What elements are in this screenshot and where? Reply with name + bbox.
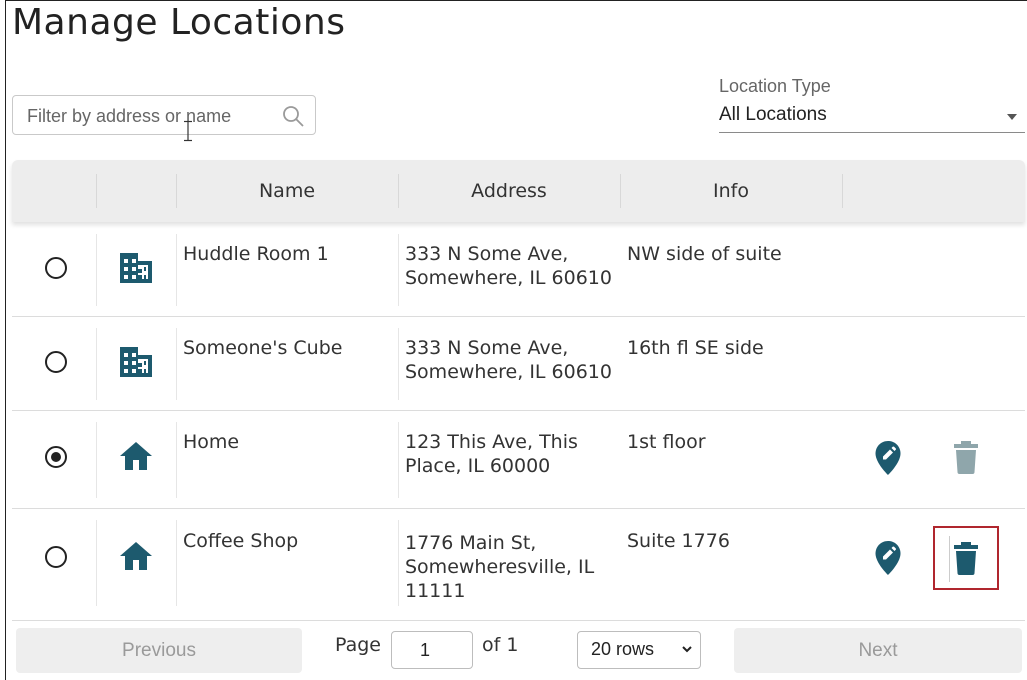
filter-field[interactable] — [12, 95, 316, 136]
cell-divider — [176, 328, 177, 400]
location-address-line: 1776 Main St, — [405, 532, 537, 554]
table-row[interactable]: Home 123 This Ave, This Place, IL 60000 … — [12, 410, 1025, 509]
building-icon — [120, 347, 152, 377]
home-icon — [120, 442, 152, 470]
cell-divider — [398, 422, 399, 498]
text-cursor-icon — [184, 120, 192, 142]
table-row[interactable]: Someone's Cube 333 N Some Ave, Somewhere… — [12, 316, 1025, 411]
row-select-radio[interactable] — [45, 351, 67, 373]
location-address-line: Place, IL 60000 — [405, 455, 551, 477]
header-divider — [96, 174, 97, 208]
rows-per-page-select[interactable]: 20 rows — [577, 631, 701, 669]
location-address-line: 333 N Some Ave, — [405, 337, 569, 359]
location-info: 1st floor — [627, 431, 706, 453]
chevron-down-icon[interactable] — [681, 643, 693, 655]
location-name: Someone's Cube — [183, 337, 343, 359]
building-icon — [120, 253, 152, 283]
location-address-line: Somewheresville, IL — [405, 556, 595, 578]
row-select-radio[interactable] — [45, 446, 67, 468]
header-info[interactable]: Info — [620, 160, 842, 222]
location-address-line: Somewhere, IL 60610 — [405, 267, 612, 289]
cell-divider — [176, 422, 177, 498]
next-button[interactable]: Next — [734, 628, 1022, 673]
cell-divider — [398, 234, 399, 306]
cell-divider — [96, 234, 97, 306]
location-info: NW side of suite — [627, 243, 782, 265]
search-icon[interactable] — [281, 104, 305, 128]
header-address[interactable]: Address — [398, 160, 620, 222]
table-header: Name Address Info — [12, 160, 1025, 222]
page-count-label: of 1 — [482, 634, 519, 656]
cell-divider — [96, 328, 97, 400]
pagination-bar: Previous Page of 1 20 rows Next — [12, 620, 1025, 679]
location-info: Suite 1776 — [627, 530, 730, 552]
home-icon — [120, 542, 152, 570]
cell-divider — [176, 520, 177, 606]
table-row[interactable]: Coffee Shop 1776 Main St, Somewheresvill… — [12, 508, 1025, 620]
cell-divider — [96, 422, 97, 498]
location-name: Home — [183, 431, 240, 453]
cell-divider — [96, 520, 97, 606]
filter-input[interactable] — [25, 96, 269, 136]
header-divider — [842, 174, 843, 208]
rows-per-page-value: 20 rows — [591, 639, 655, 659]
dropdown-caret-icon[interactable] — [1007, 114, 1017, 120]
table-row[interactable]: Huddle Room 1 333 N Some Ave, Somewhere,… — [12, 222, 1025, 317]
page-label: Page — [335, 634, 381, 656]
row-select-radio[interactable] — [45, 546, 67, 568]
location-address-line: Somewhere, IL 60610 — [405, 361, 612, 383]
location-name: Huddle Room 1 — [183, 243, 329, 265]
location-address-line: 11111 — [405, 580, 466, 602]
location-type-select[interactable]: Location Type All Locations — [719, 74, 1025, 134]
previous-button[interactable]: Previous — [16, 628, 302, 673]
location-type-label: Location Type — [719, 76, 831, 96]
cell-divider — [949, 536, 950, 582]
edit-location-icon[interactable] — [874, 540, 902, 576]
delete-icon[interactable] — [952, 440, 980, 474]
location-type-value: All Locations — [719, 104, 827, 125]
header-name[interactable]: Name — [176, 160, 398, 222]
location-name: Coffee Shop — [183, 530, 299, 552]
location-address-line: 333 N Some Ave, — [405, 243, 569, 265]
delete-icon[interactable] — [952, 541, 980, 575]
location-info: 16th fl SE side — [627, 337, 764, 359]
row-select-radio[interactable] — [45, 257, 67, 279]
locations-table: Name Address Info Huddle Room 1 333 N So… — [12, 160, 1025, 678]
location-type-dropdown[interactable]: All Locations — [719, 104, 1025, 133]
cell-divider — [398, 520, 399, 606]
cell-divider — [176, 234, 177, 306]
edit-location-icon[interactable] — [874, 440, 902, 476]
page-number-input[interactable] — [391, 631, 473, 669]
page-title: Manage Locations — [12, 2, 346, 43]
cell-divider — [398, 328, 399, 400]
location-address-line: 123 This Ave, This — [405, 431, 578, 453]
